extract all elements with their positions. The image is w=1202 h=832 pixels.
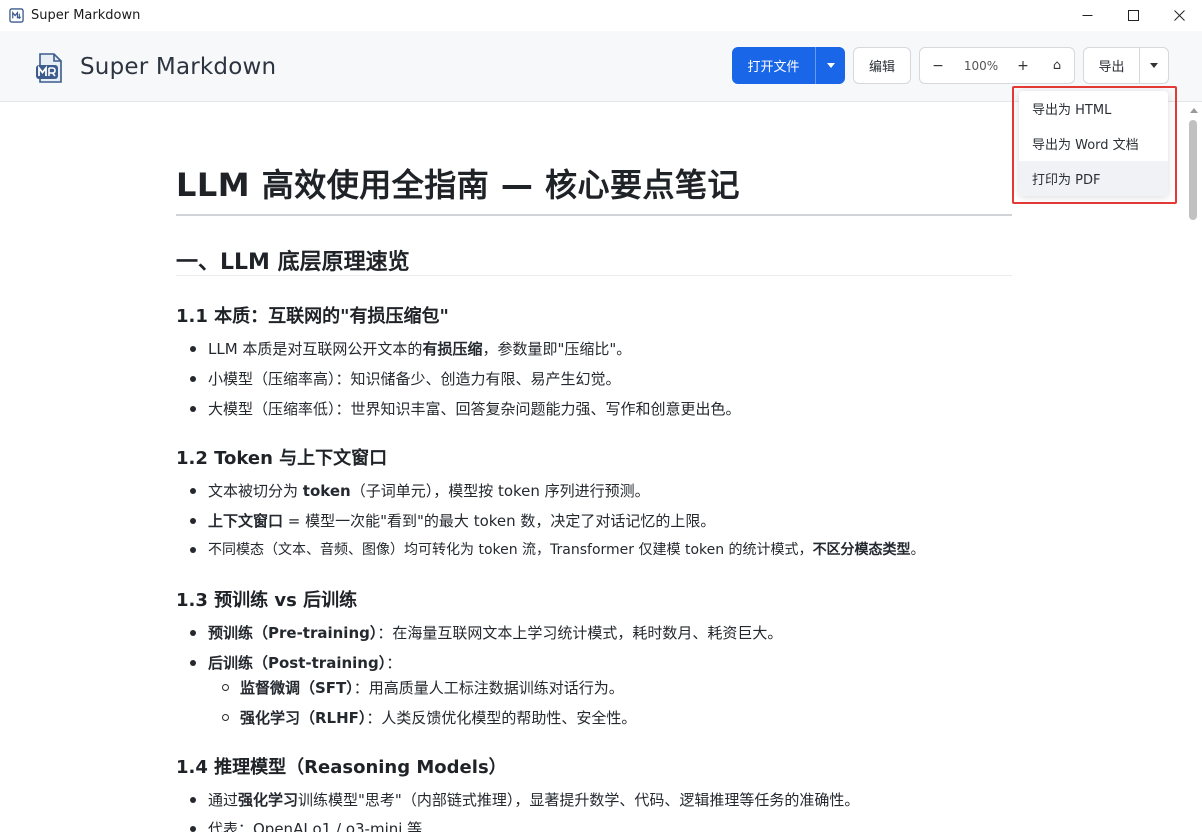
bullet xyxy=(190,346,196,352)
bullet xyxy=(190,406,196,412)
title-divider xyxy=(176,214,1012,216)
close-icon xyxy=(1173,10,1185,21)
print-pdf-item[interactable]: 打印为 PDF xyxy=(1019,161,1168,196)
scrollbar-thumb[interactable] xyxy=(1189,120,1197,220)
vertical-scrollbar[interactable] xyxy=(1185,102,1202,832)
window-title: Super Markdown xyxy=(31,8,141,23)
brand-logo xyxy=(36,53,62,83)
open-file-button[interactable]: 打开文件 xyxy=(732,47,815,84)
bullet xyxy=(190,826,196,832)
zoom-in-button[interactable]: + xyxy=(1006,48,1040,83)
bullet xyxy=(190,376,196,382)
zoom-out-button[interactable]: − xyxy=(920,48,956,83)
app-icon xyxy=(9,8,24,23)
bullet xyxy=(190,488,196,494)
export-button-group: 导出 xyxy=(1083,47,1169,84)
export-dropdown-toggle[interactable] xyxy=(1140,48,1168,83)
subsection-heading-1-4: 1.4 推理模型（Reasoning Models） xyxy=(176,757,507,778)
subsection-heading-1-1: 1.1 本质：互联网的"有损压缩包" xyxy=(176,306,449,327)
export-word-item[interactable]: 导出为 Word 文档 xyxy=(1019,126,1168,161)
edit-button[interactable]: 编辑 xyxy=(853,47,911,84)
zoom-reset-button[interactable]: ⌂ xyxy=(1040,48,1074,83)
subsection-heading-1-2: 1.2 Token 与上下文窗口 xyxy=(176,448,388,469)
scroll-up-arrow-icon[interactable] xyxy=(1190,108,1198,113)
bullet xyxy=(190,547,196,553)
minimize-icon xyxy=(1082,15,1092,16)
export-button[interactable]: 导出 xyxy=(1084,48,1140,83)
bullet xyxy=(190,518,196,524)
home-icon: ⌂ xyxy=(1052,58,1062,73)
bullet xyxy=(190,797,196,803)
bullet xyxy=(222,684,229,691)
subsection-heading-1-3: 1.3 预训练 vs 后训练 xyxy=(176,590,358,611)
brand-title: Super Markdown xyxy=(80,54,277,80)
chevron-down-icon xyxy=(826,63,835,68)
bullet xyxy=(190,660,196,666)
open-file-dropdown-toggle[interactable] xyxy=(815,47,845,84)
window-titlebar: Super Markdown xyxy=(0,0,1202,31)
export-menu: 导出为 HTML 导出为 Word 文档 打印为 PDF xyxy=(1019,91,1168,196)
close-button[interactable] xyxy=(1156,0,1202,31)
section-divider xyxy=(176,275,1012,276)
open-file-button-group: 打开文件 xyxy=(732,47,845,84)
doc-title: LLM 高效使用全指南 — 核心要点笔记 xyxy=(176,166,741,204)
section-heading-1: 一、LLM 底层原理速览 xyxy=(176,250,410,275)
maximize-icon xyxy=(1127,10,1139,21)
maximize-button[interactable] xyxy=(1110,0,1156,31)
bullet xyxy=(190,630,196,636)
window-controls xyxy=(1064,0,1202,31)
bullet xyxy=(222,714,229,721)
zoom-level: 100% xyxy=(963,58,999,73)
markdown-preview: LLM 高效使用全指南 — 核心要点笔记 一、LLM 底层原理速览 1.1 本质… xyxy=(176,102,1012,832)
chevron-down-icon xyxy=(1150,63,1158,68)
zoom-controls: − 100% + ⌂ xyxy=(919,47,1075,84)
export-html-item[interactable]: 导出为 HTML xyxy=(1019,91,1168,126)
minimize-button[interactable] xyxy=(1064,0,1110,31)
